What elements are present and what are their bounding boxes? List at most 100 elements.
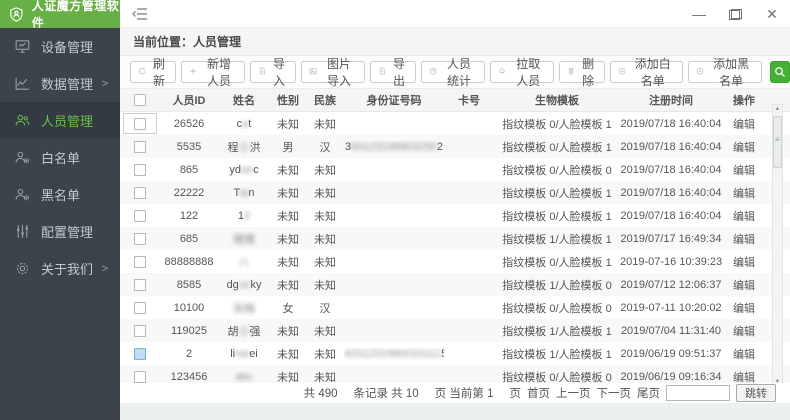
add-blacklist-button[interactable]: 添加黑名单 <box>688 61 761 83</box>
row-checkbox[interactable] <box>134 348 146 360</box>
export-icon <box>378 67 386 78</box>
edit-link[interactable]: 编辑 <box>722 231 766 247</box>
row-checkbox[interactable] <box>134 187 146 199</box>
records-label: 条记录 共 10 <box>354 385 419 401</box>
refresh-button[interactable]: 刷新 <box>130 61 176 83</box>
search-button[interactable] <box>770 61 790 83</box>
edit-link[interactable]: 编辑 <box>722 254 766 270</box>
add-circle-icon <box>618 67 626 78</box>
cell-register-time: 2019/07/17 16:49:34 <box>620 233 722 245</box>
add-whitelist-button[interactable]: 添加白名单 <box>610 61 683 83</box>
edit-link[interactable]: 编辑 <box>722 323 766 339</box>
scrollbar-thumb[interactable] <box>773 116 782 168</box>
cell-nation: 未知 <box>306 346 344 362</box>
cell-bio-template: 指纹模板 0/人脸模板 0 <box>494 369 620 385</box>
sidebar-item-about[interactable]: 关于我们 > <box>0 250 120 287</box>
row-checkbox[interactable] <box>134 325 146 337</box>
delete-button[interactable]: 删除 <box>559 61 605 83</box>
table-row[interactable]: 5535 程小洪 男 汉 3601231989032502 指纹模板 0/人脸模… <box>120 135 790 158</box>
sidebar-item-person[interactable]: 人员管理 <box>0 102 120 139</box>
jump-button[interactable]: 跳转 <box>736 384 776 402</box>
edit-link[interactable]: 编辑 <box>722 300 766 316</box>
person-stats-button[interactable]: 人员统计 <box>421 61 485 83</box>
cell-gender: 未知 <box>270 369 306 385</box>
row-checkbox[interactable] <box>134 210 146 222</box>
table-row[interactable]: 88888888 八 未知 未知 指纹模板 0/人脸模板 1 2019-07-1… <box>120 250 790 273</box>
sidebar-item-blacklist[interactable]: 黑名单 <box>0 176 120 213</box>
cell-bio-template: 指纹模板 0/人脸模板 0 <box>494 162 620 178</box>
select-all-checkbox[interactable] <box>134 94 146 106</box>
header-gender: 性别 <box>270 92 306 108</box>
sidebar-item-whitelist[interactable]: 白名单 <box>0 139 120 176</box>
vertical-scrollbar[interactable]: ▲ ▼ <box>772 104 783 388</box>
sidebar-collapse-icon[interactable] <box>132 7 148 21</box>
row-checkbox[interactable] <box>134 371 146 383</box>
page-jump-input[interactable] <box>666 385 730 401</box>
add-person-button[interactable]: 新增人员 <box>181 61 245 83</box>
image-import-button[interactable]: 图片导入 <box>301 61 365 83</box>
edit-link[interactable]: 编辑 <box>722 162 766 178</box>
cell-checkbox <box>120 137 160 155</box>
row-checkbox[interactable] <box>134 164 146 176</box>
pull-person-button[interactable]: 拉取人员 <box>490 61 554 83</box>
edit-link[interactable]: 编辑 <box>722 369 766 385</box>
cell-person-id: 22222 <box>160 187 218 199</box>
row-checkbox[interactable] <box>134 256 146 268</box>
edit-link[interactable]: 编辑 <box>722 208 766 224</box>
row-checkbox[interactable] <box>134 233 146 245</box>
row-checkbox[interactable] <box>134 118 146 130</box>
import-button[interactable]: 导入 <box>250 61 296 83</box>
cell-name: 胡小强 <box>218 323 270 339</box>
line-chart-icon <box>14 75 31 92</box>
sidebar-item-data[interactable]: 数据管理 > <box>0 65 120 102</box>
table-row[interactable]: 22222 Tian 未知 未知 指纹模板 0/人脸模板 1 2019/07/1… <box>120 181 790 204</box>
table-row[interactable]: 122 12 未知 未知 指纹模板 0/人脸模板 1 2019/07/18 16… <box>120 204 790 227</box>
table-row[interactable]: 123456 abc 未知 未知 指纹模板 0/人脸模板 0 2019/06/1… <box>120 365 790 384</box>
edit-link[interactable]: 编辑 <box>722 116 766 132</box>
cell-bio-template: 指纹模板 0/人脸模板 1 <box>494 254 620 270</box>
cell-gender: 未知 <box>270 116 306 132</box>
cell-person-id: 119025 <box>160 325 218 337</box>
sidebar-item-label: 人员管理 <box>41 111 93 130</box>
sidebar-item-device[interactable]: 设备管理 <box>0 28 120 65</box>
cell-bio-template: 指纹模板 1/人脸模板 1 <box>494 346 620 362</box>
minimize-button[interactable]: — <box>691 7 707 21</box>
table-row[interactable]: 8585 dgucky 未知 未知 指纹模板 1/人脸模板 0 2019/07/… <box>120 273 790 296</box>
row-checkbox[interactable] <box>134 279 146 291</box>
export-button[interactable]: 导出 <box>370 61 416 83</box>
prev-page-link[interactable]: 上一页 <box>556 385 591 401</box>
cell-gender: 未知 <box>270 231 306 247</box>
table-row[interactable]: 685 猪猪 未知 未知 指纹模板 1/人脸模板 1 2019/07/17 16… <box>120 227 790 250</box>
cell-id-number: 3601231989032502 <box>344 141 444 153</box>
table-row[interactable]: 865 ydooc 未知 未知 指纹模板 0/人脸模板 0 2019/07/18… <box>120 158 790 181</box>
cell-person-id: 8585 <box>160 279 218 291</box>
cell-name: abc <box>218 371 270 383</box>
table-row[interactable]: 119025 胡小强 未知 未知 指纹模板 1/人脸模板 1 2019/07/0… <box>120 319 790 342</box>
edit-link[interactable]: 编辑 <box>722 277 766 293</box>
next-page-link[interactable]: 下一页 <box>597 385 632 401</box>
sidebar-item-label: 设备管理 <box>41 37 93 56</box>
header-card-number: 卡号 <box>444 92 494 108</box>
last-page-link[interactable]: 尾页 <box>637 385 660 401</box>
table-row[interactable]: 2 linwei 未知 未知 42012319900101125 指纹模板 1/… <box>120 342 790 365</box>
cell-person-id: 865 <box>160 164 218 176</box>
cell-name: dgucky <box>218 279 270 291</box>
maximize-button[interactable] <box>729 9 742 20</box>
scroll-up-arrow-icon[interactable]: ▲ <box>773 105 782 114</box>
row-checkbox[interactable] <box>134 141 146 153</box>
table-row[interactable]: 10100 张梅 女 汉 指纹模板 0/人脸模板 0 2019-07-11 10… <box>120 296 790 319</box>
sidebar-item-config[interactable]: 配置管理 <box>0 213 120 250</box>
edit-link[interactable]: 编辑 <box>722 346 766 362</box>
row-checkbox[interactable] <box>134 302 146 314</box>
breadcrumb: 当前位置：人员管理 <box>120 28 790 56</box>
edit-link[interactable]: 编辑 <box>722 185 766 201</box>
cell-bio-template: 指纹模板 1/人脸模板 0 <box>494 277 620 293</box>
edit-link[interactable]: 编辑 <box>722 139 766 155</box>
cell-checkbox <box>120 298 160 316</box>
first-page-link[interactable]: 首页 <box>527 385 550 401</box>
close-button[interactable]: ✕ <box>764 7 780 21</box>
table-row[interactable]: 26526 cat 未知 未知 指纹模板 0/人脸模板 1 2019/07/18… <box>120 112 790 135</box>
cell-person-id: 685 <box>160 233 218 245</box>
cell-gender: 未知 <box>270 208 306 224</box>
gear-icon <box>14 260 31 277</box>
